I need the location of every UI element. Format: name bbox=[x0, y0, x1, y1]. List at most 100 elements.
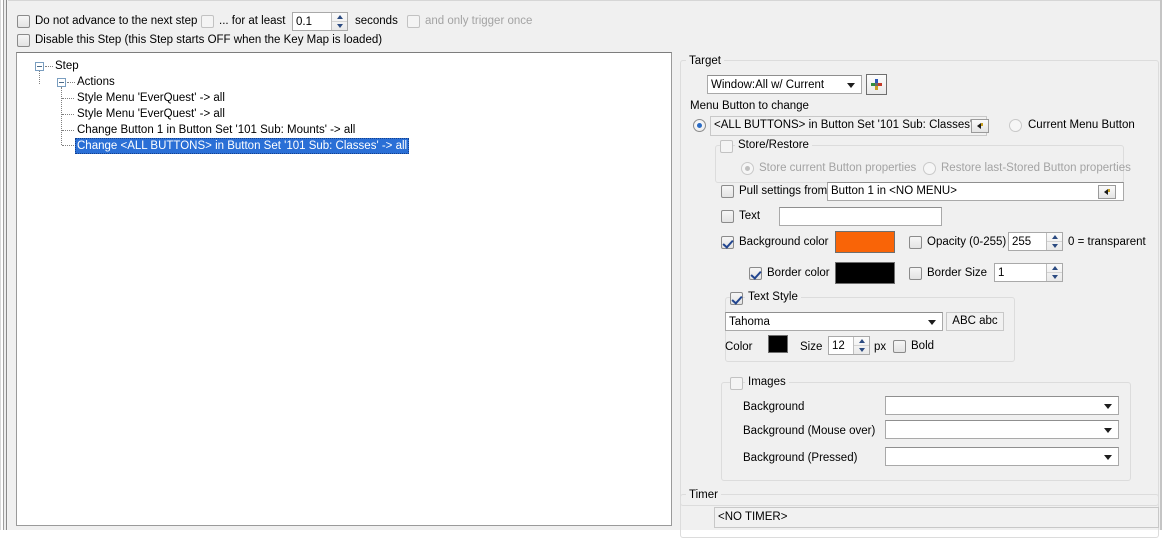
tree-item-2[interactable]: Change Button 1 in Button Set '101 Sub: … bbox=[77, 123, 355, 138]
store-restore-checkbox[interactable] bbox=[720, 140, 733, 153]
only-trigger-once-checkbox[interactable] bbox=[407, 15, 420, 28]
actions-tree-panel[interactable]: Step Actions Style Menu 'EverQuest' -> a… bbox=[16, 52, 672, 526]
tree-dash-item-0 bbox=[62, 98, 74, 99]
timer-group-title: Timer bbox=[686, 489, 721, 501]
text-size-spinner-buttons[interactable] bbox=[853, 337, 869, 354]
border-color-swatch[interactable] bbox=[835, 262, 895, 284]
border-color-checkbox[interactable] bbox=[749, 267, 762, 280]
opacity-spinner-up[interactable] bbox=[1047, 233, 1062, 242]
current-menu-button-radio[interactable] bbox=[1009, 119, 1022, 132]
image-pressed-combo[interactable] bbox=[885, 447, 1119, 466]
all-buttons-field[interactable]: <ALL BUTTONS> in Button Set '101 Sub: Cl… bbox=[710, 116, 987, 136]
all-buttons-radio[interactable] bbox=[693, 119, 706, 132]
all-buttons-value: <ALL BUTTONS> in Button Set '101 Sub: Cl… bbox=[714, 119, 973, 132]
seconds-value: 0.1 bbox=[296, 15, 312, 28]
bold-label: Bold bbox=[911, 340, 935, 352]
seconds-label: seconds bbox=[355, 15, 398, 27]
target-combo[interactable]: Window:All w/ Current bbox=[707, 75, 862, 94]
images-checkbox[interactable] bbox=[730, 377, 743, 390]
text-size-value: 12 bbox=[832, 339, 845, 352]
pull-settings-field[interactable]: Button 1 in <NO MENU> bbox=[827, 182, 1124, 201]
text-label: Text bbox=[739, 210, 761, 222]
border-size-checkbox[interactable] bbox=[909, 267, 922, 280]
seconds-spinner-buttons[interactable] bbox=[331, 13, 347, 30]
tree-item-1[interactable]: Style Menu 'EverQuest' -> all bbox=[77, 107, 225, 122]
opacity-hint: 0 = transparent bbox=[1068, 236, 1146, 248]
text-size-spinner-up[interactable] bbox=[854, 337, 869, 346]
timer-field[interactable]: <NO TIMER> bbox=[714, 507, 1159, 528]
text-checkbox[interactable] bbox=[721, 210, 734, 223]
do-not-advance-label: Do not advance to the next step bbox=[35, 15, 198, 27]
bold-checkbox[interactable] bbox=[893, 340, 906, 353]
text-size-spinner[interactable]: 12 bbox=[828, 336, 870, 355]
opacity-spinner-buttons[interactable] bbox=[1046, 233, 1062, 250]
background-color-label: Background color bbox=[739, 236, 829, 248]
seconds-spinner-down[interactable] bbox=[332, 22, 347, 30]
star-icon bbox=[871, 79, 882, 90]
text-size-label: Size bbox=[800, 341, 823, 353]
pull-settings-checkbox[interactable] bbox=[721, 185, 734, 198]
opacity-spinner-down[interactable] bbox=[1047, 242, 1062, 250]
border-size-spinner-buttons[interactable] bbox=[1046, 264, 1062, 281]
disable-step-checkbox[interactable] bbox=[17, 34, 30, 47]
tree-dash-item-3 bbox=[62, 145, 74, 146]
all-buttons-picker-button[interactable] bbox=[971, 119, 989, 133]
for-at-least-label: ... for at least bbox=[219, 15, 286, 27]
text-color-label: Color bbox=[725, 341, 753, 353]
tree-dash-actions bbox=[67, 82, 75, 83]
tree-dash-item-1 bbox=[62, 114, 74, 115]
store-restore-title: Store/Restore bbox=[735, 139, 812, 151]
border-size-spinner-down[interactable] bbox=[1047, 273, 1062, 281]
font-family-combo[interactable]: Tahoma bbox=[725, 312, 943, 331]
image-mouseover-combo[interactable] bbox=[885, 420, 1119, 439]
seconds-spinner-up[interactable] bbox=[332, 13, 347, 22]
pull-settings-label: Pull settings from bbox=[739, 185, 828, 197]
image-background-combo[interactable] bbox=[885, 396, 1119, 415]
background-color-checkbox[interactable] bbox=[721, 236, 734, 249]
window-top-edge bbox=[0, 0, 1162, 4]
application-window: Do not advance to the next step ... for … bbox=[0, 0, 1162, 538]
tree-item-3-selected[interactable]: Change <ALL BUTTONS> in Button Set '101 … bbox=[75, 138, 410, 154]
opacity-spinner[interactable]: 255 bbox=[1008, 232, 1063, 251]
image-mouseover-label: Background (Mouse over) bbox=[743, 425, 876, 437]
left-arrow-icon bbox=[1103, 189, 1110, 195]
image-pressed-label: Background (Pressed) bbox=[743, 452, 858, 464]
tree-item-0[interactable]: Style Menu 'EverQuest' -> all bbox=[77, 91, 225, 106]
opacity-checkbox[interactable] bbox=[909, 236, 922, 249]
for-at-least-checkbox[interactable] bbox=[201, 15, 214, 28]
chevron-down-icon bbox=[928, 319, 936, 325]
pull-settings-picker-button[interactable] bbox=[1098, 185, 1116, 199]
store-current-label: Store current Button properties bbox=[759, 162, 917, 174]
target-group-title: Target bbox=[686, 55, 724, 67]
chevron-down-icon bbox=[1104, 403, 1112, 409]
target-star-button[interactable] bbox=[866, 74, 887, 95]
window-left-edge bbox=[0, 0, 8, 530]
do-not-advance-checkbox[interactable] bbox=[17, 15, 30, 28]
text-color-swatch[interactable] bbox=[768, 335, 788, 353]
store-current-radio[interactable] bbox=[741, 162, 754, 175]
text-style-checkbox[interactable] bbox=[730, 292, 743, 305]
background-color-swatch[interactable] bbox=[835, 231, 895, 253]
restore-last-label: Restore last-Stored Button properties bbox=[941, 162, 1131, 174]
tree-dash-item-2 bbox=[62, 130, 74, 131]
tree-node-step[interactable]: Step bbox=[55, 59, 79, 74]
tree-node-actions[interactable]: Actions bbox=[77, 75, 115, 90]
tree-expander-actions[interactable] bbox=[57, 78, 66, 87]
tree-line-vertical-root bbox=[39, 71, 40, 84]
chevron-down-icon bbox=[1104, 427, 1112, 433]
timer-value: <NO TIMER> bbox=[718, 510, 788, 523]
chevron-down-icon bbox=[1104, 454, 1112, 460]
opacity-value: 255 bbox=[1012, 235, 1032, 248]
properties-panel: Target Window:All w/ Current Menu Button… bbox=[680, 46, 1162, 538]
text-input[interactable] bbox=[779, 207, 942, 226]
menu-button-section-label: Menu Button to change bbox=[690, 100, 809, 112]
seconds-spinner[interactable]: 0.1 bbox=[292, 12, 348, 31]
border-color-label: Border color bbox=[767, 267, 830, 279]
left-arrow-icon bbox=[976, 123, 983, 129]
border-size-spinner-up[interactable] bbox=[1047, 264, 1062, 273]
border-size-spinner[interactable]: 1 bbox=[994, 263, 1063, 282]
only-trigger-once-label: and only trigger once bbox=[425, 15, 533, 27]
restore-last-radio[interactable] bbox=[923, 162, 936, 175]
text-size-spinner-down[interactable] bbox=[854, 346, 869, 354]
tree-expander-step[interactable] bbox=[35, 62, 44, 71]
